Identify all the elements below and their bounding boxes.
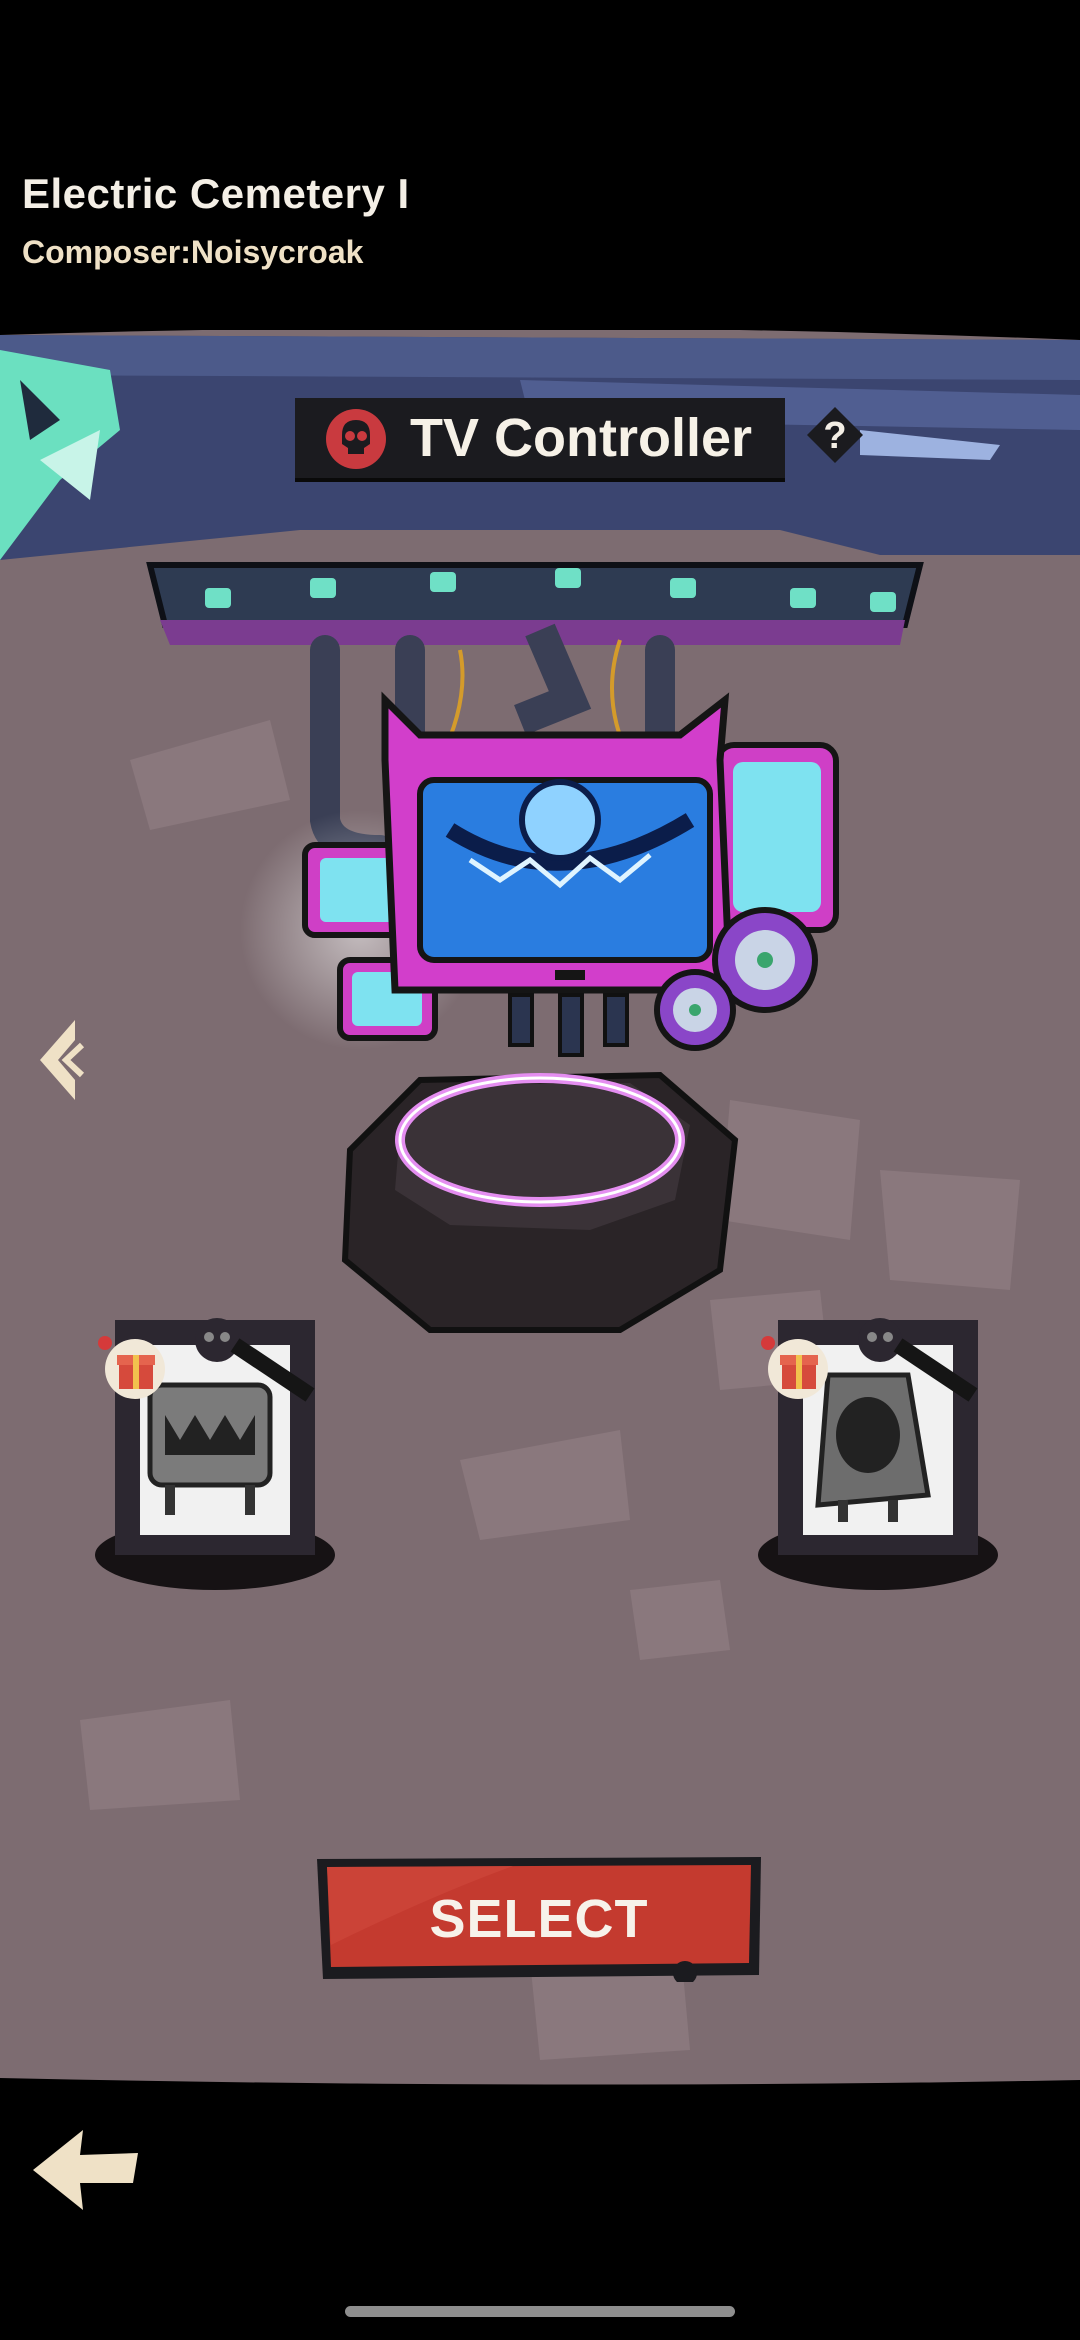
composer-credit: Composer:Noisycroak bbox=[22, 234, 364, 270]
back-arrow-icon bbox=[33, 2130, 138, 2210]
gift-icon bbox=[758, 1331, 828, 1401]
back-button[interactable] bbox=[28, 2125, 143, 2215]
song-title: Electric Cemetery I bbox=[22, 170, 410, 217]
svg-text:?: ? bbox=[823, 415, 846, 457]
question-icon: ? bbox=[807, 407, 863, 463]
previous-stage-button[interactable] bbox=[30, 1015, 90, 1105]
character-card-speaker-monster[interactable] bbox=[758, 1315, 998, 1590]
boss-name: TV Controller bbox=[410, 408, 753, 468]
select-button[interactable]: SELECT bbox=[313, 1855, 765, 1982]
home-indicator[interactable] bbox=[345, 2306, 735, 2317]
tv-boss bbox=[302, 691, 839, 1057]
pedestal bbox=[341, 1071, 739, 1333]
boss-name-banner: TV Controller bbox=[295, 398, 785, 478]
select-label: SELECT bbox=[429, 1888, 649, 1949]
gift-icon bbox=[95, 1331, 165, 1401]
skull-icon bbox=[325, 408, 387, 470]
stage-scene bbox=[0, 330, 1080, 2085]
character-card-tv-monster[interactable] bbox=[95, 1315, 335, 1590]
help-button[interactable]: ? bbox=[805, 405, 865, 465]
chevron-left-icon bbox=[40, 1020, 85, 1100]
